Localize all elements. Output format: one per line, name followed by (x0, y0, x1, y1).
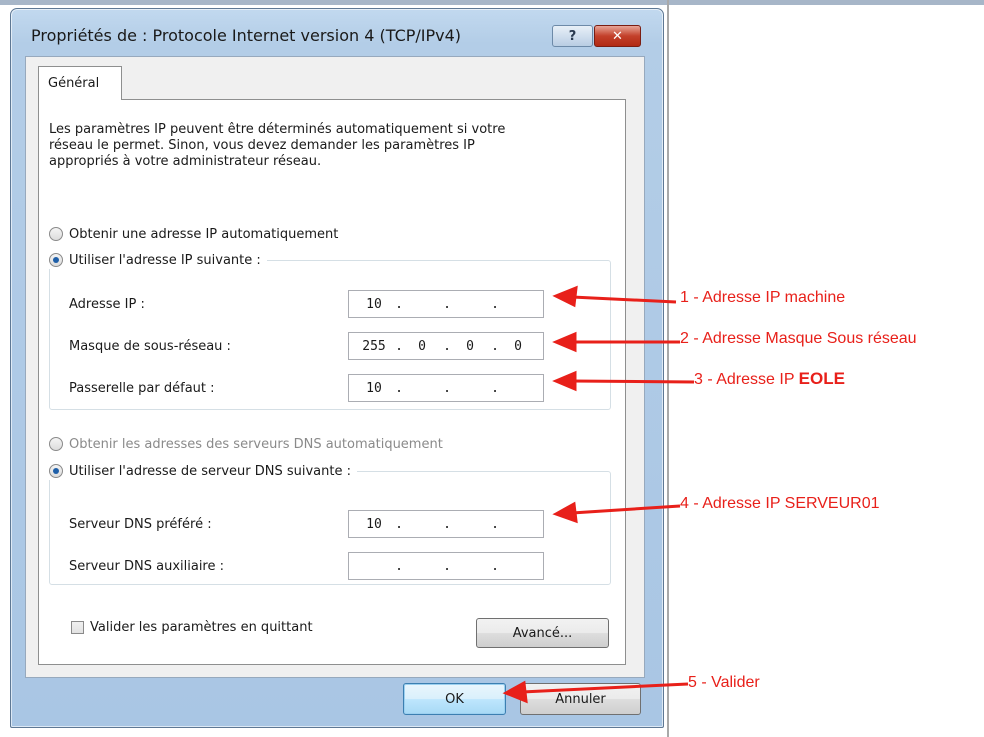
annotation-3: 3 - Adresse IP EOLE (694, 369, 845, 389)
annotation-3-text: 3 - Adresse IP (694, 371, 799, 388)
annotation-2: 2 - Adresse Masque Sous réseau (680, 330, 917, 347)
arrow-1-head (552, 285, 578, 308)
arrow-4-line (571, 504, 681, 515)
arrow-3-head (552, 370, 577, 392)
arrow-5-head (502, 680, 528, 704)
arrow-1-line (571, 295, 677, 304)
annotation-3-bold: EOLE (798, 369, 845, 388)
tab-general[interactable]: Général (38, 66, 122, 100)
arrow-5-line (521, 682, 689, 694)
arrow-4-head (552, 501, 578, 524)
annotation-4: 4 - Adresse IP SERVEUR01 (680, 495, 880, 512)
arrow-3-line (571, 379, 695, 384)
annotation-5: 5 - Valider (688, 674, 760, 691)
arrow-2-head (552, 331, 577, 353)
annotation-1: 1 - Adresse IP machine (680, 289, 846, 306)
